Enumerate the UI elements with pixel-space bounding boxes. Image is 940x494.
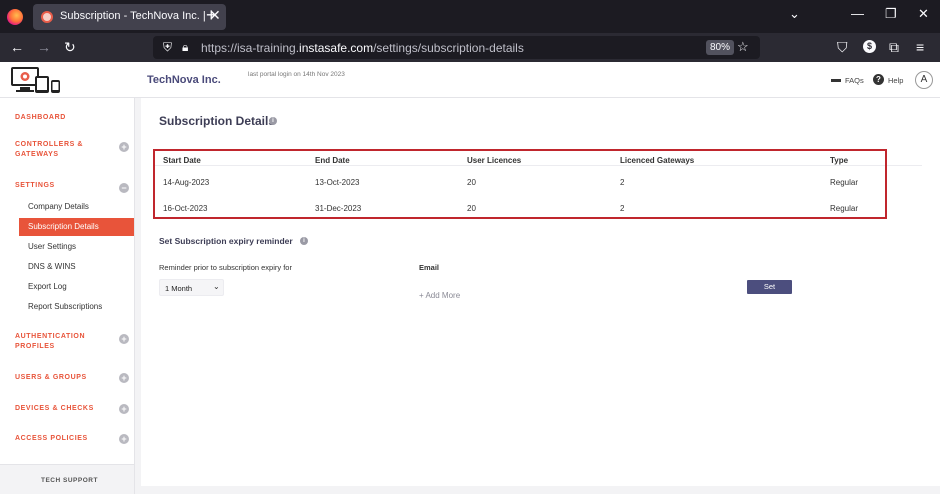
column-header-end-date: End Date	[315, 156, 350, 165]
sidebar-item-subscription-details[interactable]: Subscription Details	[19, 218, 134, 236]
faqs-link[interactable]: FAQs	[845, 76, 864, 85]
email-label: Email	[419, 263, 440, 272]
sidebar-item-export-log[interactable]: Export Log	[28, 282, 67, 291]
last-login-text: last portal login on 14th Nov 2023	[248, 71, 345, 78]
url-text[interactable]: https://isa-training.instasafe.com/setti…	[201, 41, 524, 55]
sidebar-item-label: PROFILES	[15, 343, 55, 350]
sidebar-item-users-groups[interactable]: USERS & GROUPS	[15, 373, 87, 383]
tab-title: Subscription - TechNova Inc. | Ins	[60, 10, 205, 22]
app-header: TechNova Inc. last portal login on 14th …	[0, 62, 940, 98]
tracking-shield-icon[interactable]: ⛨	[163, 40, 172, 55]
cell-user-licences: 20	[467, 178, 476, 187]
column-header-licenced-gateways: Licenced Gateways	[620, 156, 695, 165]
faq-chat-icon[interactable]: ▬	[831, 74, 841, 85]
tab-list-chevron-icon[interactable]: ⌄	[789, 6, 800, 22]
main-content: Subscription Details i Start Date End Da…	[141, 98, 940, 486]
set-button[interactable]: Set	[747, 280, 792, 294]
close-window-icon[interactable]: ✕	[918, 6, 929, 22]
cell-start-date: 16-Oct-2023	[163, 204, 208, 213]
lock-icon[interactable]: 🔒︎	[182, 40, 188, 55]
extension-badge-icon[interactable]: $	[863, 40, 876, 53]
sidebar-item-label: GATEWAYS	[15, 151, 59, 158]
collapse-minus-icon[interactable]: −	[119, 183, 129, 193]
info-icon[interactable]: i	[300, 237, 308, 245]
expand-plus-icon[interactable]: +	[119, 404, 129, 414]
column-header-user-licences: User Licences	[467, 156, 522, 165]
sidebar-item-label: AUTHENTICATION	[15, 333, 86, 340]
sidebar-item-controllers-gateways[interactable]: CONTROLLERS & GATEWAYS	[15, 140, 83, 160]
reload-icon[interactable]: ↻	[64, 39, 76, 56]
reminder-label: Reminder prior to subscription expiry fo…	[159, 263, 292, 272]
tech-support-label: TECH SUPPORT	[41, 477, 98, 484]
cell-end-date: 31-Dec-2023	[315, 204, 362, 213]
bookmark-star-icon[interactable]: ☆	[737, 39, 749, 55]
reminder-period-select[interactable]: 1 Month ⌄	[159, 279, 224, 296]
cell-licenced-gateways: 2	[620, 178, 625, 187]
add-more-label: Add More	[425, 291, 461, 300]
expand-plus-icon[interactable]: +	[119, 142, 129, 152]
column-header-type: Type	[830, 156, 849, 165]
subscription-table: Start Date End Date User Licences Licenc…	[153, 149, 887, 219]
restore-icon[interactable]: ❐	[885, 6, 897, 22]
tech-support-footer[interactable]: TECH SUPPORT	[0, 464, 134, 494]
avatar[interactable]: A	[915, 71, 933, 89]
sidebar: DASHBOARD CONTROLLERS & GATEWAYS + SETTI…	[0, 98, 135, 494]
sidebar-item-settings[interactable]: SETTINGS	[15, 181, 55, 191]
new-tab-icon[interactable]: +	[206, 5, 217, 26]
page-title: Subscription Details	[159, 114, 276, 128]
help-icon[interactable]: ?	[873, 74, 884, 85]
sidebar-item-access-policies[interactable]: ACCESS POLICIES	[15, 434, 88, 444]
sidebar-item-authentication-profiles[interactable]: AUTHENTICATION PROFILES	[15, 332, 85, 352]
cell-licenced-gateways: 2	[620, 204, 625, 213]
chevron-down-icon: ⌄	[213, 282, 220, 291]
site-favicon-icon	[41, 11, 53, 23]
back-icon[interactable]: ←	[10, 39, 24, 55]
cell-start-date: 14-Aug-2023	[163, 178, 210, 187]
sidebar-item-label: Subscription Details	[28, 222, 99, 231]
cell-type: Regular	[830, 178, 859, 187]
cell-user-licences: 20	[467, 204, 476, 213]
pocket-icon[interactable]: ⛉	[837, 39, 848, 56]
sidebar-item-user-settings[interactable]: User Settings	[28, 242, 76, 251]
org-name: TechNova Inc.	[147, 74, 221, 86]
info-icon[interactable]: i	[269, 117, 277, 125]
add-more-button[interactable]: + Add More	[419, 291, 460, 300]
reminder-section-title: Set Subscription expiry reminder	[159, 236, 293, 246]
browser-tab[interactable]: Subscription - TechNova Inc. | Ins ✕	[33, 4, 226, 30]
help-link[interactable]: Help	[888, 76, 903, 85]
zoom-level[interactable]: 80%	[706, 40, 735, 55]
browser-tab-bar: Subscription - TechNova Inc. | Ins ✕ + ⌄…	[0, 0, 940, 33]
cell-type: Regular	[830, 204, 859, 213]
sidebar-item-dns-wins[interactable]: DNS & WINS	[28, 262, 76, 271]
expand-plus-icon[interactable]: +	[119, 334, 129, 344]
select-value: 1 Month	[165, 284, 193, 293]
devices-logo-icon[interactable]	[10, 66, 62, 94]
sidebar-item-devices-checks[interactable]: DEVICES & CHECKS	[15, 404, 94, 414]
expand-plus-icon[interactable]: +	[119, 373, 129, 383]
forward-icon[interactable]: →	[37, 39, 51, 55]
sidebar-item-company-details[interactable]: Company Details	[28, 202, 89, 211]
minimize-icon[interactable]: —	[851, 6, 864, 21]
menu-icon[interactable]: ≡	[916, 39, 924, 55]
extensions-icon[interactable]: ⧉	[889, 39, 899, 56]
sidebar-item-dashboard[interactable]: DASHBOARD	[15, 113, 66, 123]
firefox-icon[interactable]	[7, 9, 23, 25]
column-header-start-date: Start Date	[163, 156, 201, 165]
cell-end-date: 13-Oct-2023	[315, 178, 360, 187]
browser-nav-bar: ← → ↻ ⛨ 🔒︎ https://isa-training.instasaf…	[0, 33, 940, 62]
expand-plus-icon[interactable]: +	[119, 434, 129, 444]
sidebar-item-label: CONTROLLERS &	[15, 141, 84, 148]
address-bar[interactable]: ⛨ 🔒︎ https://isa-training.instasafe.com/…	[153, 36, 760, 59]
sidebar-item-report-subscriptions[interactable]: Report Subscriptions	[28, 302, 102, 311]
